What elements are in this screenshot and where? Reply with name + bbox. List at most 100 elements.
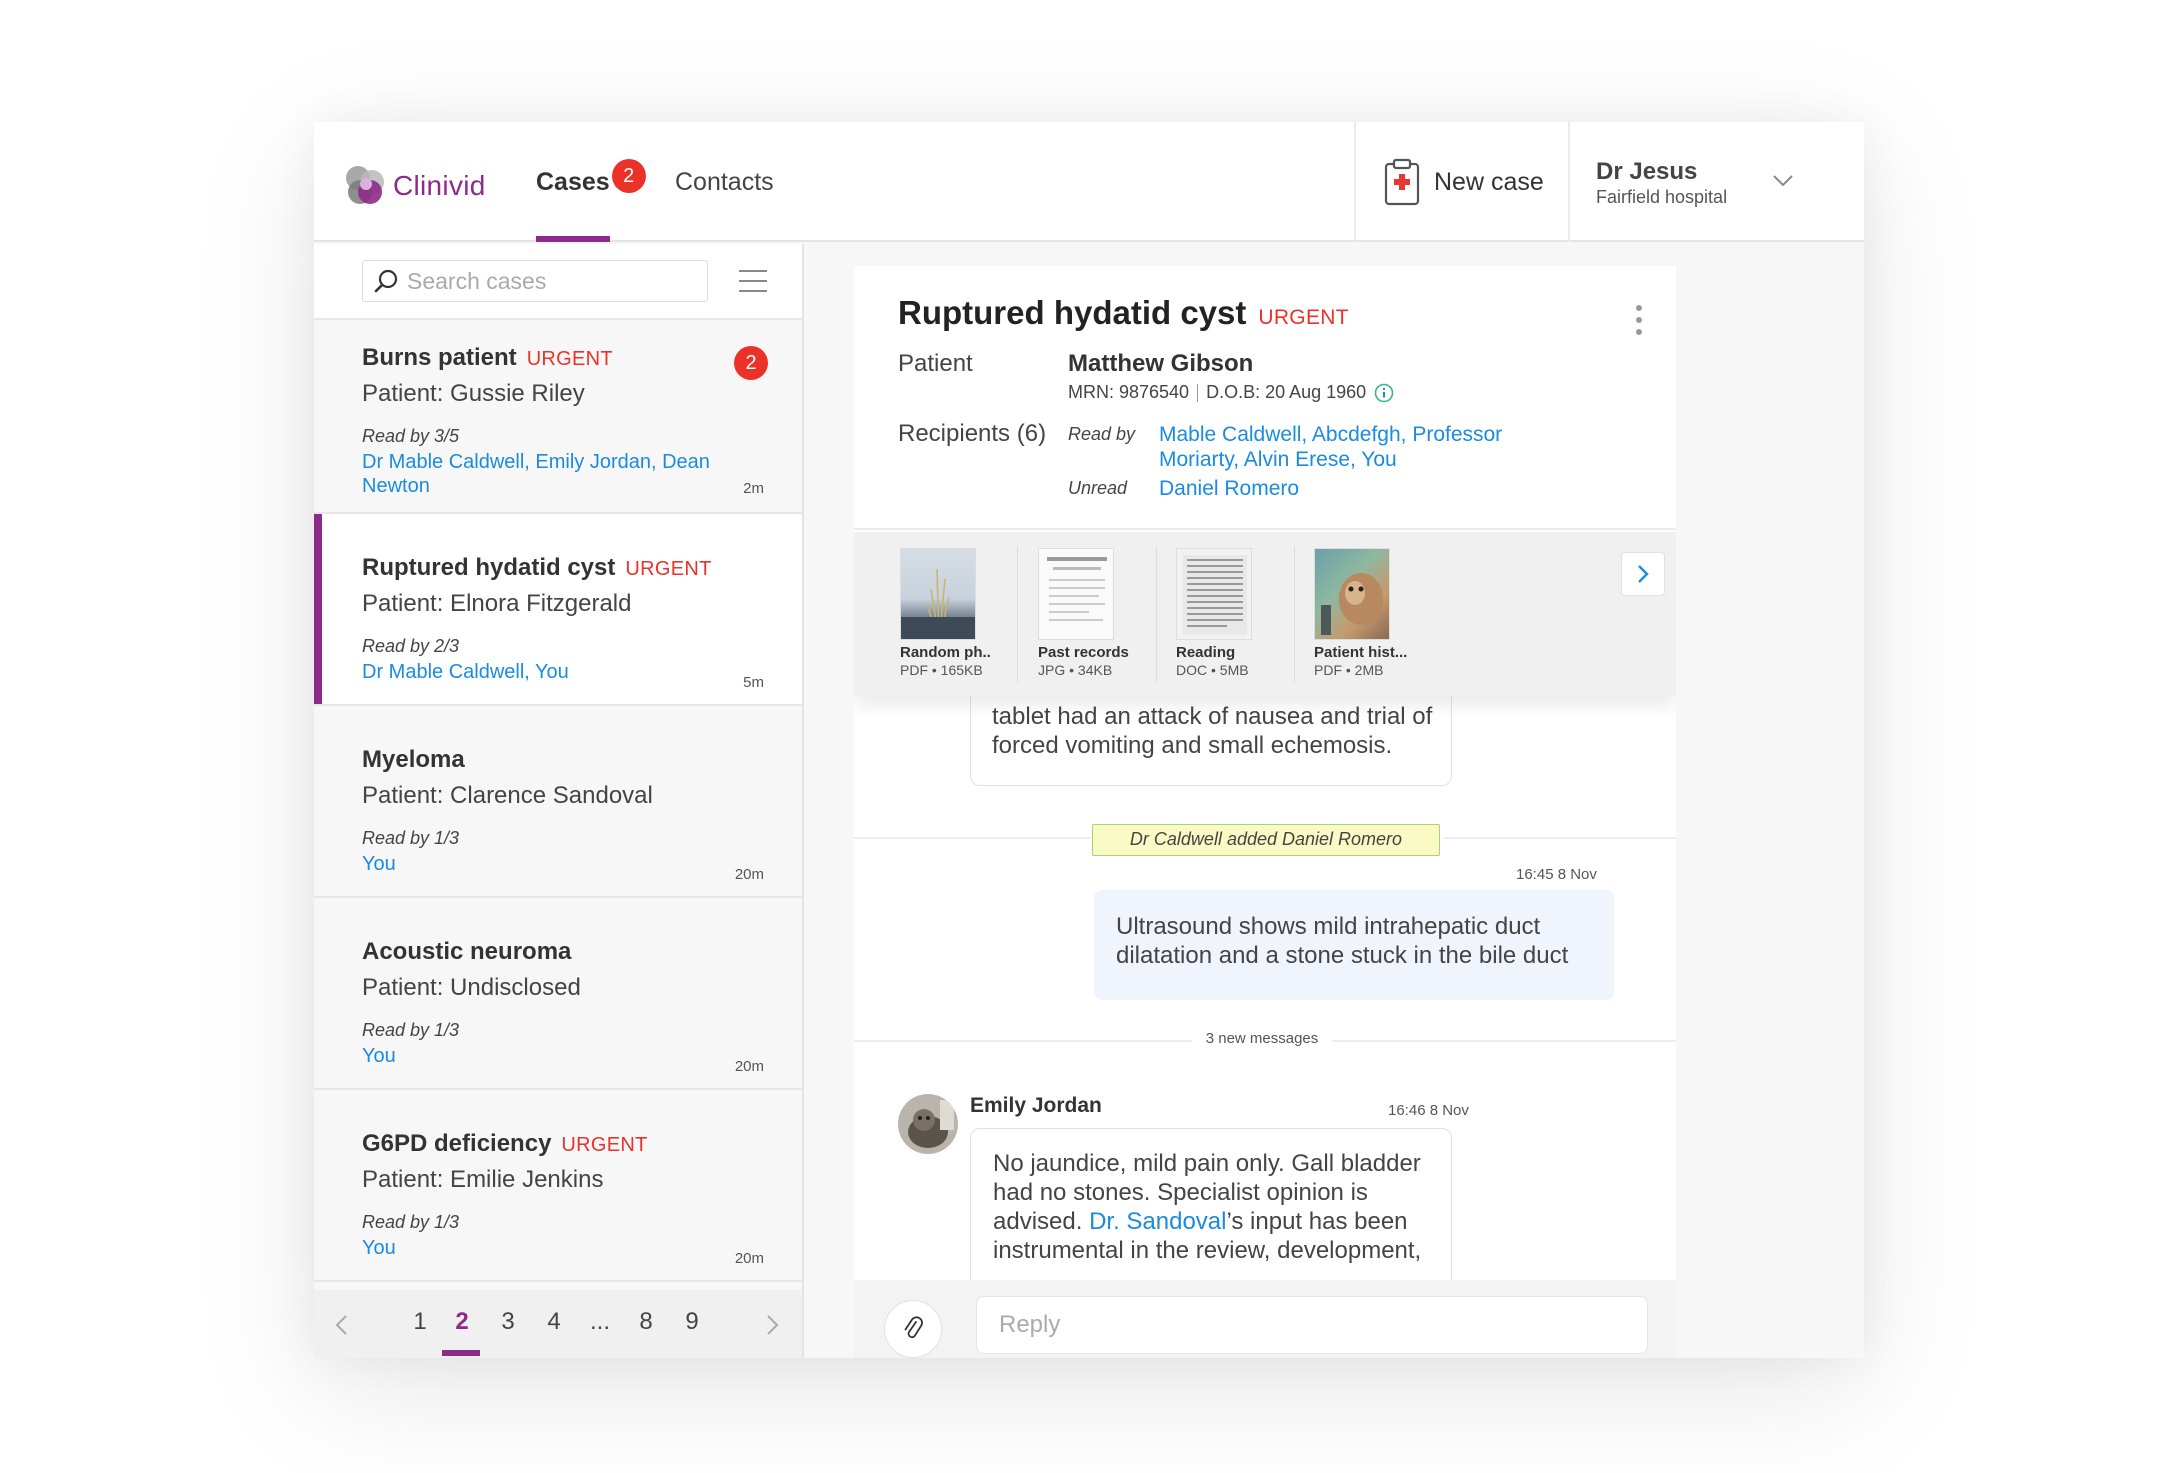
page-ellipsis: ... — [589, 1308, 610, 1335]
attachment-item[interactable]: Reading DOC • 5MB — [1176, 548, 1252, 678]
message-bubble-incoming: No jaundice, mild pain only. Gall bladde… — [970, 1128, 1452, 1280]
case-readers[interactable]: You — [362, 1044, 722, 1068]
unread-recipients[interactable]: Daniel Romero — [1159, 476, 1539, 501]
case-title-text: G6PD deficiency — [362, 1130, 552, 1157]
case-detail-title-text: Ruptured hydatid cyst — [898, 294, 1247, 331]
avatar-photo-icon — [898, 1094, 958, 1154]
case-unread-badge: 2 — [734, 346, 768, 380]
attachment-divider — [1294, 546, 1295, 682]
read-by-label: Read by — [1068, 424, 1136, 444]
urgent-label: URGENT — [526, 348, 613, 370]
attachment-item[interactable]: Past records JPG • 34KB — [1038, 548, 1129, 678]
case-readers[interactable]: Dr Mable Caldwell, Emily Jordan, Dean Ne… — [362, 450, 722, 498]
chevron-down-icon[interactable] — [1772, 174, 1794, 188]
case-time: 20m — [734, 866, 764, 883]
document-scan-icon — [1047, 557, 1107, 621]
case-time: 20m — [734, 1058, 764, 1075]
patient-label: Patient — [898, 350, 973, 377]
case-readers[interactable]: Dr Mable Caldwell, You — [362, 660, 722, 684]
case-detail-header: Ruptured hydatid cyst URGENT Patient Matt… — [854, 266, 1676, 530]
avatar[interactable] — [898, 1094, 958, 1154]
case-title: G6PD deficiency URGENT — [362, 1130, 648, 1158]
search-box[interactable] — [362, 260, 708, 302]
user-menu[interactable]: Dr Jesus Fairfield hospital — [1596, 158, 1727, 208]
urgent-label: URGENT — [625, 558, 712, 580]
case-title: Myeloma — [362, 746, 465, 774]
attachments-bar: Random ph.. PDF • 165KB Past records JPG… — [854, 532, 1676, 696]
attachment-item[interactable]: Patient hist... PDF • 2MB — [1314, 548, 1407, 678]
new-case-button[interactable]: New case — [1384, 158, 1544, 206]
hamburger-menu-icon[interactable] — [738, 268, 768, 294]
case-item[interactable]: Acoustic neuroma Patient: Undisclosed Re… — [314, 898, 802, 1090]
attachments-next-button[interactable] — [1621, 552, 1665, 596]
page-1[interactable]: 1 — [400, 1300, 440, 1344]
read-by-recipients[interactable]: Mable Caldwell, Abcdefgh, Professor Mori… — [1159, 422, 1539, 472]
message-sender: Emily Jordan — [970, 1094, 1102, 1117]
animal-photo-icon — [1321, 573, 1383, 635]
case-title-text: Burns patient — [362, 344, 517, 371]
grass-photo-icon — [901, 568, 975, 639]
message-bubble-outgoing: Ultrasound shows mild intrahepatic duct … — [1094, 890, 1614, 1000]
unread-label: Unread — [1068, 478, 1128, 498]
system-note: Dr Caldwell added Daniel Romero — [1092, 824, 1440, 856]
case-read-count: Read by 3/5 — [362, 426, 460, 446]
reply-box[interactable] — [976, 1296, 1648, 1354]
attachment-name: Past records — [1038, 644, 1129, 661]
meta-separator — [1197, 383, 1199, 402]
cases-unread-badge: 2 — [611, 159, 646, 193]
text-document-icon — [1183, 555, 1247, 635]
tab-contacts[interactable]: Contacts — [675, 122, 774, 242]
attach-file-button[interactable] — [884, 1300, 942, 1358]
attachment-meta: PDF • 2MB — [1314, 662, 1384, 678]
info-icon[interactable] — [1374, 383, 1394, 403]
search-icon — [374, 269, 398, 293]
page-9[interactable]: 9 — [672, 1300, 712, 1344]
attachment-divider — [1156, 546, 1157, 682]
patient-meta: MRN: 9876540 D.O.B: 20 Aug 1960 — [1068, 382, 1394, 403]
case-time: 20m — [734, 1250, 764, 1267]
case-item[interactable]: G6PD deficiency URGENT Patient: Emilie Je… — [314, 1090, 802, 1282]
case-item[interactable]: Myeloma Patient: Clarence Sandoval Read … — [314, 706, 802, 898]
case-item[interactable]: Burns patient URGENT 2 Patient: Gussie Ri… — [314, 322, 802, 514]
patient-dob: D.O.B: 20 Aug 1960 — [1206, 382, 1367, 402]
case-read-count: Read by 1/3 — [362, 828, 460, 848]
page-2-current[interactable]: 2 — [442, 1300, 482, 1344]
case-title: Ruptured hydatid cyst URGENT — [362, 554, 712, 582]
tab-active-indicator — [536, 236, 610, 242]
search-input[interactable] — [407, 267, 697, 295]
reply-input[interactable] — [999, 1311, 1619, 1339]
attachment-name: Reading — [1176, 644, 1236, 661]
case-patient: Patient: Undisclosed — [362, 974, 581, 1001]
case-readers[interactable]: You — [362, 852, 722, 876]
new-messages-label: 3 new messages — [1192, 1030, 1332, 1047]
case-patient: Patient: Emilie Jenkins — [362, 1166, 604, 1193]
attachment-item[interactable]: Random ph.. PDF • 165KB — [900, 548, 991, 678]
page-3[interactable]: 3 — [488, 1300, 528, 1344]
attachment-divider — [1017, 546, 1018, 682]
page-4[interactable]: 4 — [534, 1300, 574, 1344]
more-options-icon[interactable] — [1634, 304, 1644, 336]
system-note-line — [854, 837, 1090, 839]
case-title-text: Myeloma — [362, 746, 465, 773]
case-patient: Patient: Elnora Fitzgerald — [362, 590, 632, 617]
case-item-selected[interactable]: Ruptured hydatid cyst URGENT Patient: Eln… — [314, 514, 802, 706]
case-readers[interactable]: You — [362, 1236, 722, 1260]
case-time: 2m — [743, 480, 764, 497]
clinivid-logo[interactable]: Clinivid — [342, 162, 486, 210]
header-divider — [1354, 122, 1356, 242]
chevron-left-icon[interactable] — [334, 1314, 348, 1336]
case-detail-title: Ruptured hydatid cyst URGENT — [898, 294, 1349, 332]
tab-contacts-label: Contacts — [675, 167, 774, 196]
chevron-right-icon[interactable] — [766, 1314, 780, 1336]
page-8[interactable]: 8 — [626, 1300, 666, 1344]
case-title: Acoustic neuroma — [362, 938, 571, 966]
urgent-label: URGENT — [1258, 306, 1349, 329]
pagination: 1 2 3 4 ... 8 9 — [314, 1290, 802, 1358]
mention-link[interactable]: Dr. Sandoval — [1089, 1208, 1226, 1235]
patient-name: Matthew Gibson — [1068, 350, 1254, 377]
system-note-line — [1444, 837, 1676, 839]
tab-cases[interactable]: Cases 2 — [536, 122, 646, 242]
app-window: Clinivid Cases 2 Contacts New case Dr Je… — [314, 122, 1864, 1358]
case-title: Burns patient URGENT — [362, 344, 613, 372]
user-name: Dr Jesus — [1596, 158, 1698, 185]
